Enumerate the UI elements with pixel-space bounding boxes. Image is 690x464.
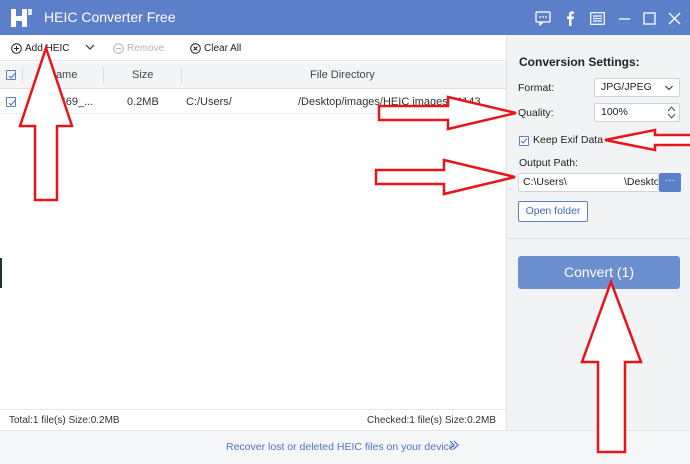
- footer-bar: Recover lost or deleted HEIC files on yo…: [0, 430, 690, 464]
- toolbar: Add HEIC Remove Clear All: [0, 35, 506, 61]
- maximize-icon[interactable]: [640, 9, 658, 27]
- spinner-arrows-icon[interactable]: [667, 105, 676, 120]
- select-all-checkbox[interactable]: [6, 70, 16, 80]
- clear-all-button[interactable]: Clear All: [190, 40, 241, 56]
- quality-value: 100%: [601, 106, 628, 118]
- window-edge: [0, 258, 2, 288]
- conversion-settings-panel: Conversion Settings: Format: JPG/JPEG Qu…: [507, 35, 690, 430]
- recover-files-link[interactable]: Recover lost or deleted HEIC files on yo…: [226, 441, 455, 453]
- total-status: Total:1 file(s) Size:0.2MB: [9, 415, 120, 426]
- keep-exif-label: Keep Exif Data: [533, 134, 604, 146]
- arrow-right-output-path: [374, 158, 516, 196]
- add-heic-label: Add HEIC: [25, 42, 70, 54]
- minus-circle-icon: [113, 42, 124, 54]
- column-header-directory[interactable]: File Directory: [310, 69, 375, 81]
- remove-label: Remove: [127, 42, 165, 54]
- row-file-size: 0.2MB: [127, 96, 159, 108]
- panel-separator: [507, 238, 690, 239]
- clear-all-label: Clear All: [204, 42, 242, 54]
- status-bar: Total:1 file(s) Size:0.2MB Checked:1 fil…: [0, 409, 506, 429]
- add-dropdown-button[interactable]: [85, 40, 95, 56]
- row-file-name: _1433 669_...: [26, 96, 94, 108]
- row-directory-start: C:/Users/: [186, 96, 232, 108]
- table-row[interactable]: _1433 669_... 0.2MB C:/Users/ /Desktop/i…: [0, 90, 506, 114]
- column-divider: [22, 67, 23, 84]
- facebook-icon[interactable]: [561, 9, 579, 27]
- column-header-name[interactable]: Name: [48, 69, 77, 81]
- chevron-down-icon: [664, 82, 674, 99]
- clear-circle-icon: [190, 42, 201, 54]
- close-icon[interactable]: [665, 9, 683, 27]
- table-header: Name Size File Directory: [0, 62, 506, 89]
- feedback-icon[interactable]: [534, 9, 552, 27]
- title-bar: HEIC Converter Free: [0, 0, 690, 35]
- browse-button[interactable]: ···: [659, 173, 681, 192]
- app-logo-icon: [11, 9, 32, 27]
- column-header-size[interactable]: Size: [132, 69, 153, 81]
- menu-icon[interactable]: [588, 9, 606, 27]
- row-checkbox[interactable]: [6, 97, 16, 107]
- output-path-start: C:\Users\: [523, 176, 567, 188]
- minimize-icon[interactable]: [615, 9, 633, 27]
- app-title: HEIC Converter Free: [44, 9, 176, 25]
- column-divider: [181, 67, 182, 84]
- chevron-down-icon: [85, 43, 95, 54]
- add-heic-button[interactable]: Add HEIC: [11, 40, 69, 56]
- format-select[interactable]: JPG/JPEG: [594, 78, 680, 97]
- output-path-field[interactable]: C:\Users\ \Deskto: [518, 173, 659, 192]
- format-label: Format:: [518, 82, 555, 94]
- column-divider: [103, 67, 104, 84]
- output-path-end: \Deskto: [624, 176, 659, 188]
- open-folder-button[interactable]: Open folder: [518, 201, 588, 222]
- output-path-label: Output Path:: [519, 157, 578, 169]
- quality-label: Quality:: [518, 107, 554, 119]
- keep-exif-checkbox[interactable]: [519, 136, 529, 146]
- format-value: JPG/JPEG: [601, 81, 652, 93]
- plus-circle-icon: [11, 42, 22, 54]
- checked-status: Checked:1 file(s) Size:0.2MB: [367, 415, 496, 426]
- double-chevron-right-icon[interactable]: [448, 439, 460, 454]
- convert-button[interactable]: Convert (1): [518, 256, 680, 289]
- row-directory-end: /Desktop/images/HEIC images/_1143: [298, 96, 481, 108]
- quality-stepper[interactable]: 100%: [594, 103, 680, 122]
- remove-button[interactable]: Remove: [113, 40, 164, 56]
- settings-title: Conversion Settings:: [519, 55, 640, 69]
